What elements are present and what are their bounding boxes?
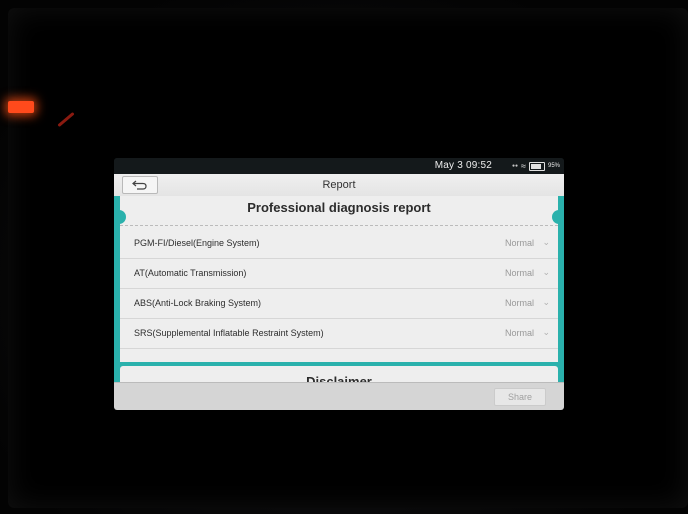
- device-indicator-light: [8, 101, 34, 113]
- report-heading: Professional diagnosis report: [247, 200, 431, 215]
- network-icon: ●●: [511, 163, 519, 169]
- system-row-abs[interactable]: ABS(Anti-Lock Braking System) Normal ⌄: [120, 288, 558, 319]
- share-button[interactable]: Share: [494, 388, 546, 406]
- report-card: Professional diagnosis report PGM-FI/Die…: [118, 196, 560, 362]
- chevron-down-icon: ⌄: [542, 237, 550, 247]
- chevron-down-icon: ⌄: [542, 327, 550, 337]
- device-screen: May 3 09:52 ●● ≈ 95% Report Professional…: [114, 158, 564, 410]
- heading-divider: [120, 225, 558, 226]
- system-name: SRS(Supplemental Inflatable Restraint Sy…: [134, 328, 324, 338]
- page-title: Report: [322, 179, 356, 191]
- system-status: Normal: [504, 268, 534, 278]
- battery-percent: 95%: [547, 163, 560, 169]
- system-name: ABS(Anti-Lock Braking System): [134, 298, 262, 308]
- system-status: Normal: [504, 328, 534, 338]
- status-time: May 3 09:52: [434, 160, 492, 171]
- status-bar: May 3 09:52 ●● ≈ 95%: [114, 158, 564, 174]
- system-row-transmission[interactable]: AT(Automatic Transmission) Normal ⌄: [120, 258, 558, 289]
- system-row-srs[interactable]: SRS(Supplemental Inflatable Restraint Sy…: [120, 318, 558, 349]
- system-name: AT(Automatic Transmission): [134, 268, 247, 278]
- title-bar: Report: [114, 174, 564, 197]
- system-status: Normal: [504, 238, 534, 248]
- wifi-icon: ≈: [521, 161, 526, 171]
- system-name: PGM-FI/Diesel(Engine System): [134, 238, 260, 248]
- bottom-toolbar: Share: [114, 382, 564, 410]
- system-row-engine[interactable]: PGM-FI/Diesel(Engine System) Normal ⌄: [120, 228, 558, 259]
- chevron-down-icon: ⌄: [542, 267, 550, 277]
- report-content[interactable]: Professional diagnosis report PGM-FI/Die…: [114, 196, 564, 396]
- system-status: Normal: [504, 298, 534, 308]
- battery-icon: [528, 161, 545, 171]
- status-icons: ●● ≈ 95%: [512, 161, 560, 171]
- chevron-down-icon: ⌄: [542, 297, 550, 307]
